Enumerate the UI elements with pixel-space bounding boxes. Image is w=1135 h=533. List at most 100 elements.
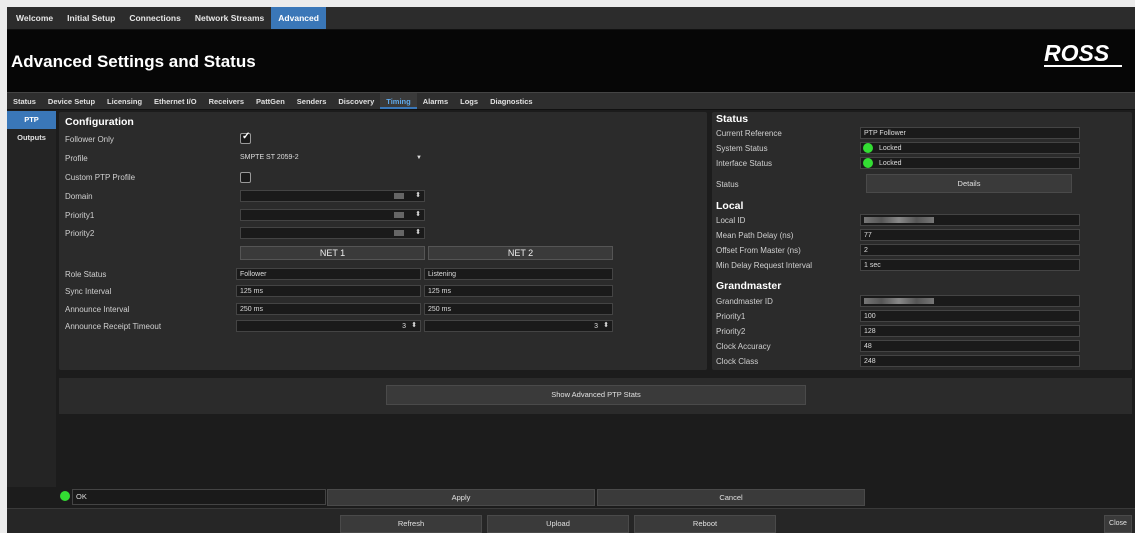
bottom-bar: Refresh Upload Reboot Close [7, 508, 1135, 533]
subtab-pattgen[interactable]: PattGen [250, 93, 291, 109]
interface-status-value: Locked [879, 160, 902, 167]
tab-network-streams[interactable]: Network Streams [188, 7, 271, 29]
configuration-heading: Configuration [65, 116, 134, 128]
subtab-licensing[interactable]: Licensing [101, 93, 148, 109]
grandmaster-id-value [860, 295, 1080, 307]
subtab-diagnostics[interactable]: Diagnostics [484, 93, 539, 109]
custom-ptp-checkbox[interactable] [240, 172, 251, 183]
subtab-receivers[interactable]: Receivers [203, 93, 250, 109]
upload-button[interactable]: Upload [487, 515, 629, 533]
announce-timeout-label: Announce Receipt Timeout [65, 322, 162, 331]
redacted-value [394, 230, 404, 237]
current-reference-value: PTP Follower [860, 127, 1080, 139]
gm-priority2-label: Priority2 [716, 327, 746, 336]
gm-priority1-value: 100 [860, 310, 1080, 322]
footer-bar: OK Apply Cancel [59, 485, 1135, 507]
details-button[interactable]: Details [866, 174, 1072, 193]
domain-label: Domain [65, 192, 93, 201]
svg-text:ROSS: ROSS [1044, 40, 1110, 66]
system-status-led-icon [863, 143, 873, 153]
interface-status-field: Locked [860, 157, 1080, 169]
role-status-net1: Follower [236, 268, 421, 280]
status-label: Status [716, 180, 739, 189]
spinner-icon[interactable]: ⬍ [415, 228, 421, 237]
grandmaster-heading: Grandmaster [716, 280, 782, 292]
sync-interval-net2: 125 ms [424, 285, 613, 297]
announce-interval-label: Announce Interval [65, 305, 130, 314]
page-title: Advanced Settings and Status [11, 52, 256, 71]
subtab-senders[interactable]: Senders [291, 93, 333, 109]
net1-header: NET 1 [240, 246, 425, 260]
configuration-panel: Configuration Follower Only ✓ Profile SM… [59, 112, 707, 370]
app-window: Welcome Initial Setup Connections Networ… [7, 7, 1135, 533]
sub-tab-bar: Status Device Setup Licensing Ethernet I… [7, 92, 1135, 110]
priority1-label: Priority1 [65, 211, 95, 220]
spinner-icon[interactable]: ⬍ [415, 191, 421, 200]
priority1-stepper[interactable]: ⬍ [240, 209, 425, 221]
local-id-value [860, 214, 1080, 226]
sidetab-ptp[interactable]: PTP [7, 111, 56, 129]
apply-button[interactable]: Apply [327, 489, 595, 506]
priority2-stepper[interactable]: ⬍ [240, 227, 425, 239]
subtab-alarms[interactable]: Alarms [417, 93, 454, 109]
redacted-value [864, 217, 934, 224]
spinner-icon[interactable]: ⬍ [603, 321, 609, 330]
subtab-device-setup[interactable]: Device Setup [42, 93, 101, 109]
reboot-button[interactable]: Reboot [634, 515, 776, 533]
subtab-logs[interactable]: Logs [454, 93, 484, 109]
spinner-icon[interactable]: ⬍ [411, 321, 417, 330]
announce-timeout-net1-stepper[interactable]: 3 ⬍ [236, 320, 421, 332]
ross-logo: ROSS [1044, 40, 1122, 67]
profile-value: SMPTE ST 2059-2 [240, 154, 299, 161]
gm-priority1-label: Priority1 [716, 312, 746, 321]
close-button[interactable]: Close [1104, 515, 1132, 533]
tab-advanced[interactable]: Advanced [271, 7, 326, 29]
clock-accuracy-value: 48 [860, 340, 1080, 352]
subtab-ethernet-io[interactable]: Ethernet I/O [148, 93, 203, 109]
mean-path-delay-value: 77 [860, 229, 1080, 241]
clock-class-value: 248 [860, 355, 1080, 367]
tab-connections[interactable]: Connections [122, 7, 187, 29]
current-reference-label: Current Reference [716, 129, 782, 138]
top-tab-bar: Welcome Initial Setup Connections Networ… [7, 7, 1135, 30]
announce-timeout-net2-stepper[interactable]: 3 ⬍ [424, 320, 613, 332]
offset-from-master-label: Offset From Master (ns) [716, 246, 801, 255]
redacted-value [864, 298, 934, 305]
status-heading: Status [716, 113, 749, 125]
ok-status-led-icon [60, 491, 70, 501]
subtab-timing[interactable]: Timing [380, 93, 417, 109]
announce-timeout-net1-value: 3 [402, 323, 406, 330]
cancel-button[interactable]: Cancel [597, 489, 865, 506]
tab-initial-setup[interactable]: Initial Setup [60, 7, 122, 29]
interface-status-label: Interface Status [716, 159, 773, 168]
tab-welcome[interactable]: Welcome [9, 7, 60, 29]
checkmark-icon: ✓ [242, 131, 251, 142]
profile-select[interactable]: SMPTE ST 2059-2 ▼ [240, 152, 422, 164]
local-heading: Local [716, 200, 744, 212]
role-status-label: Role Status [65, 270, 107, 279]
side-tab-bar: PTP Outputs [7, 111, 56, 487]
follower-only-checkbox[interactable]: ✓ [240, 131, 251, 144]
role-status-net2: Listening [424, 268, 613, 280]
sidetab-outputs[interactable]: Outputs [7, 129, 56, 147]
system-status-value: Locked [879, 145, 902, 152]
mean-path-delay-label: Mean Path Delay (ns) [716, 231, 794, 240]
show-advanced-ptp-stats-button[interactable]: Show Advanced PTP Stats [386, 385, 806, 405]
net2-header: NET 2 [428, 246, 613, 260]
redacted-value [394, 212, 404, 219]
min-delay-label: Min Delay Request Interval [716, 261, 813, 270]
subtab-status[interactable]: Status [7, 93, 42, 109]
min-delay-value: 1 sec [860, 259, 1080, 271]
chevron-down-icon: ▼ [416, 155, 422, 161]
system-status-field: Locked [860, 142, 1080, 154]
spinner-icon[interactable]: ⬍ [415, 210, 421, 219]
sync-interval-label: Sync Interval [65, 287, 112, 296]
redacted-value [394, 193, 404, 200]
clock-class-label: Clock Class [716, 357, 759, 366]
clock-accuracy-label: Clock Accuracy [716, 342, 771, 351]
local-id-label: Local ID [716, 216, 746, 225]
subtab-discovery[interactable]: Discovery [332, 93, 380, 109]
refresh-button[interactable]: Refresh [340, 515, 482, 533]
announce-timeout-net2-value: 3 [594, 323, 598, 330]
domain-stepper[interactable]: ⬍ [240, 190, 425, 202]
